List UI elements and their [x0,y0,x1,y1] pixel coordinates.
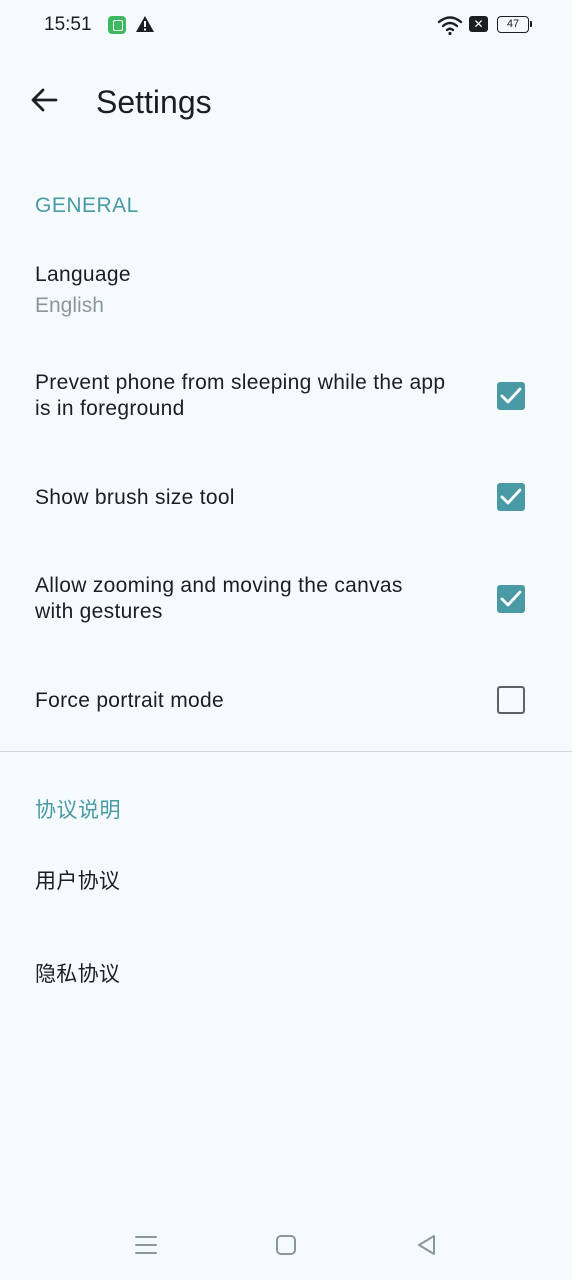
battery-icon: 47 [497,16,532,33]
brush-size-title: Show brush size tool [35,486,235,509]
privacy-agreement-item[interactable]: 隐私协议 [0,943,572,1013]
gestures-title-line1: Allow zooming and moving the canvas [35,574,403,597]
page-title: Settings [96,84,212,120]
portrait-preference[interactable]: Force portrait mode [0,662,572,742]
checkmark-icon [500,590,522,607]
prevent-sleep-checkbox[interactable] [497,382,525,410]
status-bar: 15:51 ✕ 47 [0,0,572,52]
menu-icon[interactable] [133,1232,159,1258]
wifi-icon [437,16,463,36]
status-time: 15:51 [44,14,92,35]
language-preference[interactable]: Language English [0,250,572,340]
app-bar: Settings [0,60,572,144]
user-agreement-label: 用户协议 [35,870,121,893]
portrait-checkbox[interactable] [497,686,525,714]
user-agreement-item[interactable]: 用户协议 [0,850,572,920]
prevent-sleep-title-line1: Prevent phone from sleeping while the ap… [35,371,446,394]
language-summary: English [35,294,104,317]
arrow-left-icon [31,88,58,112]
prevent-sleep-title-line2: is in foreground [35,397,185,420]
gestures-preference[interactable]: Allow zooming and moving the canvas with… [0,560,572,640]
checkmark-icon [500,488,522,505]
portrait-title: Force portrait mode [35,689,224,712]
section-header-agreements: 协议说明 [35,799,121,822]
section-header-general: GENERAL [35,194,139,217]
language-title: Language [35,263,131,286]
gestures-title-line2: with gestures [35,600,163,623]
home-icon[interactable] [273,1232,299,1258]
section-divider [0,751,572,752]
prevent-sleep-preference[interactable]: Prevent phone from sleeping while the ap… [0,355,572,440]
warning-icon [136,16,154,32]
back-button[interactable] [22,78,66,122]
navigation-bar [0,1210,572,1280]
gestures-checkbox[interactable] [497,585,525,613]
no-sim-icon: ✕ [469,16,488,32]
checkmark-icon [500,387,522,404]
brush-size-preference[interactable]: Show brush size tool [0,460,572,535]
privacy-agreement-label: 隐私协议 [35,963,121,986]
app-notification-icon [108,16,126,34]
brush-size-checkbox[interactable] [497,483,525,511]
back-triangle-icon[interactable] [414,1232,440,1258]
